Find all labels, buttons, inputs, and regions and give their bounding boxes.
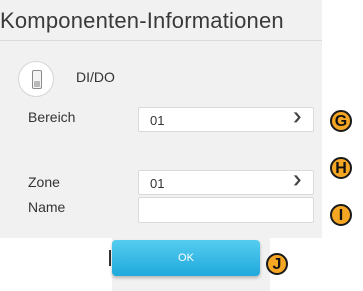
bereich-value: 01: [150, 113, 165, 128]
wall-switch-icon: [18, 61, 54, 97]
bereich-label: Bereich: [28, 109, 76, 125]
device-type-label: DI/DO: [76, 69, 115, 85]
zone-label: Zone: [28, 174, 60, 190]
bereich-select[interactable]: 01 ❯: [138, 107, 314, 132]
name-input[interactable]: [138, 197, 314, 223]
annotation-badge-h: H: [330, 157, 352, 179]
annotation-badge-g: G: [330, 110, 352, 132]
chevron-down-icon: ❯: [291, 112, 303, 123]
dialog-title: Komponenten-Informationen: [0, 8, 284, 33]
zone-select[interactable]: 01 ❯: [138, 170, 314, 195]
ok-button[interactable]: OK: [112, 240, 260, 276]
name-label: Name: [28, 199, 66, 215]
button-separator: [109, 250, 111, 266]
zone-value: 01: [150, 176, 165, 191]
annotation-badge-i: I: [330, 204, 352, 226]
title-divider: [0, 40, 322, 41]
chevron-down-icon: ❯: [291, 175, 303, 186]
switch-rocker: [32, 70, 42, 89]
annotation-badge-j: J: [266, 253, 288, 275]
